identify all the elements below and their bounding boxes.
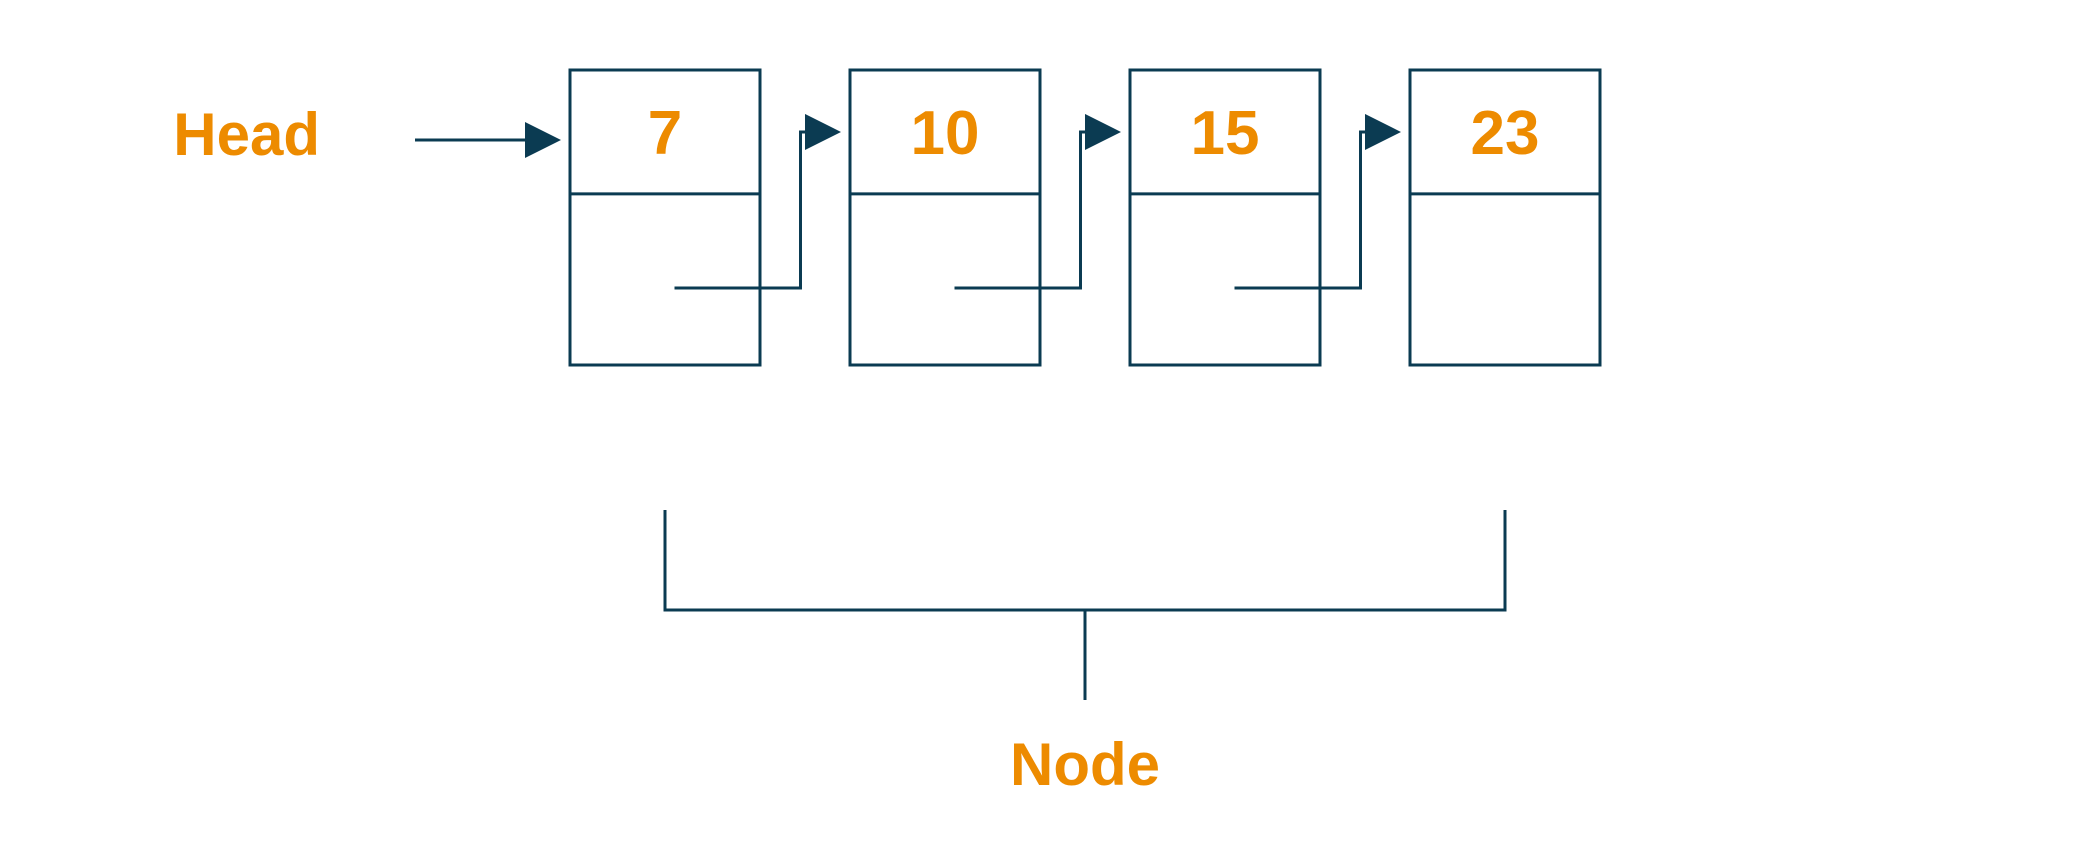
head-label: Head [173,101,320,168]
node-value-2: 15 [1191,99,1260,168]
node-3: 23 [1410,70,1600,365]
nodes-group: 7 10 15 23 [570,70,1600,365]
node-bracket [665,510,1505,610]
node-0: 7 [570,70,760,365]
node-2: 15 [1130,70,1320,365]
node-value-0: 7 [648,99,682,168]
link-arrows-group [675,132,1399,288]
node-value-1: 10 [911,99,980,168]
node-value-3: 23 [1471,99,1540,168]
linked-list-diagram: Head 7 10 15 23 Node [0,0,2100,842]
node-1: 10 [850,70,1040,365]
link-arrow-0 [675,132,839,288]
node-label: Node [1010,731,1160,798]
